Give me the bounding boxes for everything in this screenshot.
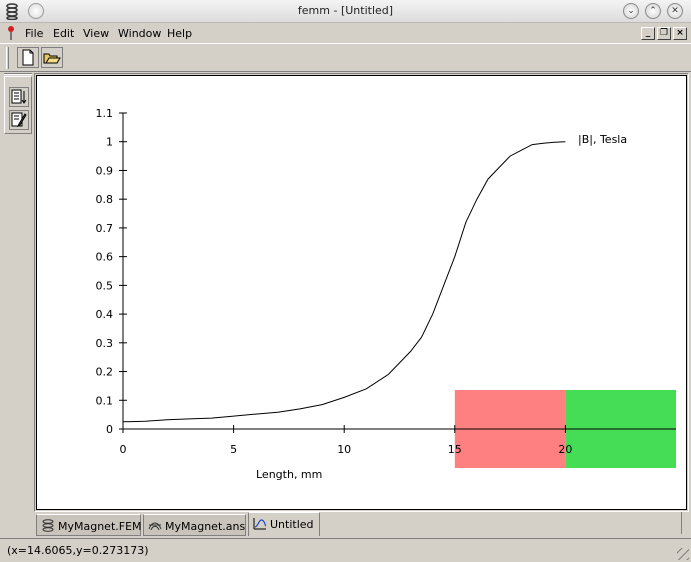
plot-area[interactable]: 0 0.1 0.2 0.3 0.4 0.5 0.6 0.7 0.8 0.9 1 1.1 0 5 10 15 2… xyxy=(36,75,687,510)
open-folder-icon xyxy=(43,53,61,64)
open-file-button[interactable] xyxy=(41,47,63,68)
x-axis-label: Length, mm xyxy=(256,468,322,481)
menu-bar: File Edit View Window Help _ ❐ × xyxy=(0,23,691,43)
chart-axes xyxy=(122,113,676,430)
y-tick-label: 0.1 xyxy=(96,394,114,407)
edit-properties-icon xyxy=(11,112,27,128)
legend-label: |B|, Tesla xyxy=(578,133,627,146)
tab-mymagnet-ans[interactable]: MyMagnet.ans xyxy=(143,514,246,536)
scrollbar-stub[interactable] xyxy=(681,512,689,534)
tab-untitled[interactable]: Untitled xyxy=(248,512,320,536)
x-tick-label: 15 xyxy=(448,443,462,456)
sort-list-button[interactable] xyxy=(9,87,29,107)
menu-edit[interactable]: Edit xyxy=(53,27,74,40)
sidebar-divider xyxy=(4,73,32,75)
y-tick-label: 0.5 xyxy=(96,279,114,292)
plot-icon xyxy=(253,518,267,530)
mdi-controls: _ ❐ × xyxy=(639,25,687,40)
new-document-icon xyxy=(22,49,34,66)
tab-label: MyMagnet.FEM xyxy=(58,520,142,533)
child-restore-button[interactable]: ❐ xyxy=(657,27,671,40)
tab-mymagnet-fem[interactable]: MyMagnet.FEM xyxy=(36,514,142,536)
y-tick-label: 0.3 xyxy=(96,337,114,350)
new-document-button[interactable] xyxy=(17,47,39,68)
coil-icon xyxy=(42,519,54,532)
x-tick-label: 5 xyxy=(230,443,237,456)
window-title: femm - [Untitled] xyxy=(297,4,394,17)
field-solution-icon xyxy=(148,522,162,531)
child-minimize-button[interactable]: _ xyxy=(641,27,655,40)
y-axis-ticks: 0 0.1 0.2 0.3 0.4 0.5 0.6 0.7 0.8 0.9 1 1.1 xyxy=(96,107,127,436)
title-bar: femm - [Untitled] ⌄ ⌃ ✕ xyxy=(0,0,691,23)
cursor-coordinates: (x=14.6065,y=0.273173) xyxy=(7,544,149,557)
child-close-button[interactable]: × xyxy=(673,27,687,40)
tab-label: MyMagnet.ans xyxy=(165,520,246,533)
maximize-button[interactable]: ⌃ xyxy=(645,3,661,19)
y-tick-label: 0.6 xyxy=(96,251,114,264)
sort-list-icon xyxy=(11,89,27,104)
line-chart[interactable]: 0 0.1 0.2 0.3 0.4 0.5 0.6 0.7 0.8 0.9 1 1.1 0 5 10 15 2… xyxy=(37,76,686,509)
menu-file[interactable]: File xyxy=(25,27,43,40)
x-tick-label: 10 xyxy=(337,443,351,456)
y-tick-label: 0 xyxy=(106,423,113,436)
y-tick-label: 0.8 xyxy=(96,193,114,206)
tab-label: Untitled xyxy=(270,518,314,531)
minimize-button[interactable]: ⌄ xyxy=(623,3,639,19)
edit-properties-button[interactable] xyxy=(9,110,29,130)
main-toolbar xyxy=(0,43,691,72)
y-tick-label: 1.1 xyxy=(96,107,114,120)
document-pin-icon[interactable] xyxy=(5,25,17,41)
y-tick-label: 0.4 xyxy=(96,308,114,321)
y-tick-label: 0.9 xyxy=(96,164,114,177)
menu-view[interactable]: View xyxy=(83,27,109,40)
toolbar-grip[interactable] xyxy=(6,47,9,69)
side-toolbar xyxy=(4,76,32,134)
y-tick-label: 1 xyxy=(106,136,113,149)
close-button[interactable]: ✕ xyxy=(667,3,683,19)
y-tick-label: 0.7 xyxy=(96,222,114,235)
status-bar: (x=14.6065,y=0.273173) xyxy=(0,538,691,562)
x-tick-label: 0 xyxy=(120,443,127,456)
series-line-b-tesla xyxy=(122,141,566,423)
x-tick-label: 20 xyxy=(558,443,572,456)
menu-window[interactable]: Window xyxy=(118,27,161,40)
menu-help[interactable]: Help xyxy=(167,27,192,40)
resize-grip[interactable] xyxy=(677,548,689,560)
y-tick-label: 0.2 xyxy=(96,366,114,379)
